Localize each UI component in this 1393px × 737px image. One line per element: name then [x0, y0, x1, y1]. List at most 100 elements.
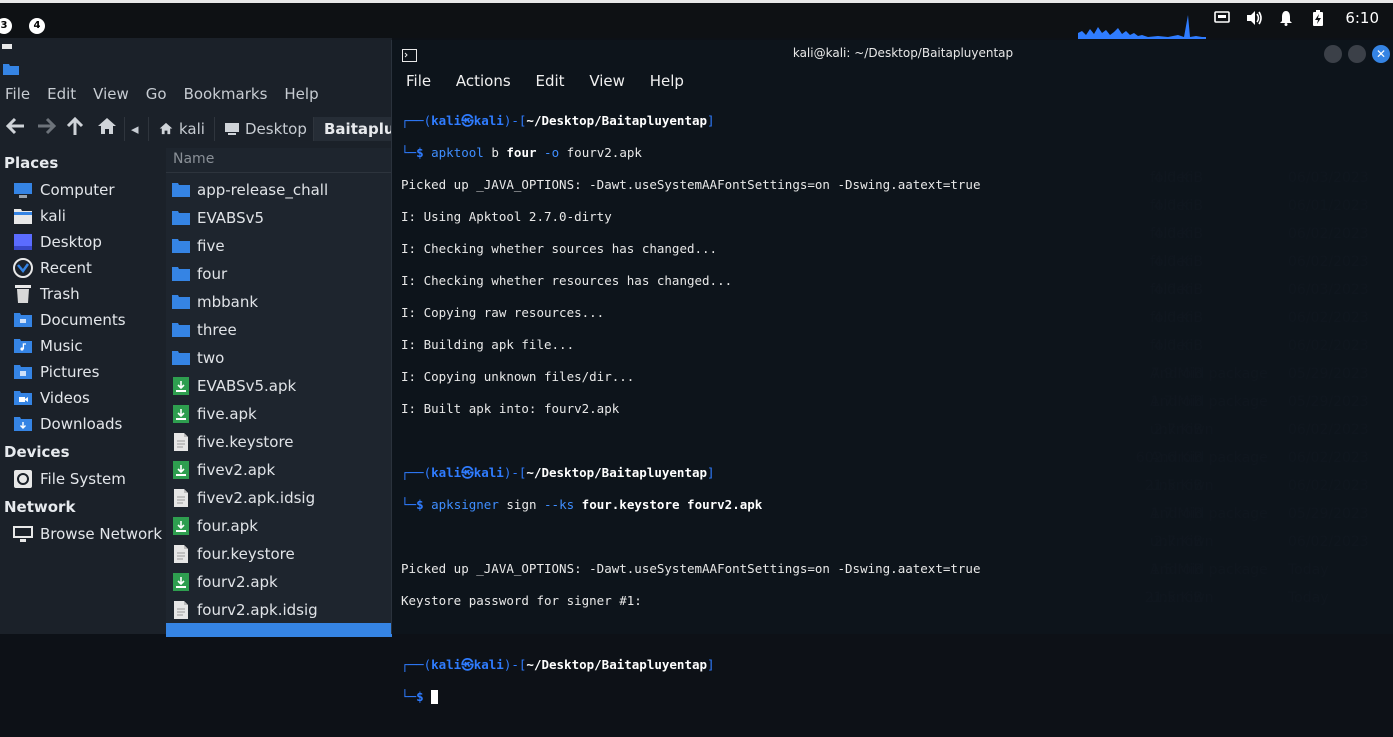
- fm-menu-go[interactable]: Go: [146, 85, 167, 103]
- apk-package-icon: [171, 460, 191, 480]
- folder-row[interactable]: mbbank: [171, 289, 258, 315]
- file-name: EVABSv5: [197, 209, 265, 227]
- sidebar-item-label: File System: [40, 470, 126, 488]
- folder-icon: [171, 180, 191, 200]
- sidebar-item-browse-network[interactable]: Browse Network: [12, 523, 162, 545]
- file-row[interactable]: fourv2.apk: [171, 569, 278, 595]
- folder-icon: [171, 320, 191, 340]
- breadcrumb-current[interactable]: Baitapluye: [313, 117, 392, 141]
- column-header-name[interactable]: Name: [166, 148, 392, 173]
- maximize-button[interactable]: [1348, 45, 1366, 63]
- fm-menu-bookmarks[interactable]: Bookmarks: [184, 85, 268, 103]
- home-icon[interactable]: [97, 117, 117, 140]
- breadcrumb-kali[interactable]: kali: [148, 117, 215, 141]
- trash-icon: [12, 284, 34, 304]
- apk-package-icon: [171, 572, 191, 592]
- output-line: Picked up _JAVA_OPTIONS: -Dawt.useSystem…: [401, 177, 981, 192]
- sidebar-item-label: Pictures: [40, 363, 100, 381]
- terminal-title: kali@kali: ~/Desktop/Baitapluyentap: [792, 46, 1014, 60]
- sidebar-item-computer[interactable]: Computer: [12, 179, 115, 201]
- folder-row[interactable]: three: [171, 317, 237, 343]
- sidebar-item-videos[interactable]: Videos: [12, 387, 90, 409]
- sidebar-item-documents[interactable]: Documents: [12, 309, 126, 331]
- folder-row[interactable]: two: [171, 345, 224, 371]
- workspace-3-button[interactable]: 3: [0, 18, 12, 34]
- file-row[interactable]: fivev2.apk.idsig: [171, 485, 315, 511]
- output-line: I: Built apk into: fourv2.apk: [401, 401, 620, 416]
- term-menu-actions[interactable]: Actions: [456, 72, 511, 90]
- folder-row[interactable]: four: [171, 261, 227, 287]
- sidebar-item-desktop[interactable]: Desktop: [12, 231, 102, 253]
- file-row[interactable]: four.apk: [171, 513, 258, 539]
- sidebar-item-label: kali: [40, 207, 66, 225]
- top-panel: 3 4 6:10: [0, 0, 1393, 39]
- minimize-button[interactable]: [1324, 45, 1342, 63]
- sidebar-item-label: Downloads: [40, 415, 123, 433]
- text-file-icon: [171, 600, 191, 620]
- prompt-line-2: ┌──(kali㉿kali)-[~/Desktop/Baitapluyentap…: [401, 465, 715, 480]
- folder-row[interactable]: five: [171, 233, 225, 259]
- fm-menu-view[interactable]: View: [93, 85, 129, 103]
- drive-icon: [12, 469, 34, 489]
- term-menu-help[interactable]: Help: [650, 72, 684, 90]
- term-menu-edit[interactable]: Edit: [535, 72, 564, 90]
- fm-toolbar: ◂ kali Desktop Baitapluye: [0, 113, 392, 143]
- file-row[interactable]: fourv2.apk.idsig: [171, 597, 318, 623]
- output-line: I: Checking whether resources has change…: [401, 273, 733, 288]
- clock[interactable]: 6:10: [1345, 9, 1379, 27]
- text-file-icon: [171, 432, 191, 452]
- term-menu-file[interactable]: File: [406, 72, 431, 90]
- folder-icon: [171, 236, 191, 256]
- music-icon: [12, 336, 34, 356]
- back-arrow-icon[interactable]: [5, 117, 26, 140]
- fm-menu-file[interactable]: File: [5, 85, 30, 103]
- sidebar-item-music[interactable]: Music: [12, 335, 83, 357]
- sidebar-item-trash[interactable]: Trash: [12, 283, 80, 305]
- breadcrumb-desktop-label: Desktop: [245, 120, 307, 138]
- fm-menu-help[interactable]: Help: [284, 85, 318, 103]
- file-name: app-release_chall: [197, 181, 329, 199]
- file-row[interactable]: five.apk: [171, 401, 257, 427]
- file-name: mbbank: [197, 293, 259, 311]
- up-arrow-icon[interactable]: [66, 116, 84, 142]
- sidebar-item-pictures[interactable]: Pictures: [12, 361, 99, 383]
- terminal-menubar: File Actions Edit View Help: [406, 72, 704, 90]
- command-line-2: └─$ apksigner sign --ks four.keystore fo…: [401, 497, 763, 512]
- term-menu-view[interactable]: View: [589, 72, 625, 90]
- workspace-4-button[interactable]: 4: [29, 18, 45, 34]
- apk-package-icon: [171, 516, 191, 536]
- output-line: Keystore password for signer #1:: [401, 593, 642, 608]
- breadcrumb-scroll-left[interactable]: ◂: [124, 117, 145, 141]
- selected-row[interactable]: [166, 623, 392, 637]
- file-row[interactable]: EVABSv5.apk: [171, 373, 296, 399]
- sidebar-item-recent[interactable]: Recent: [12, 257, 92, 279]
- battery-charging-icon[interactable]: [1309, 9, 1327, 27]
- sidebar-item-downloads[interactable]: Downloads: [12, 413, 122, 435]
- sidebar-item-label: Desktop: [40, 233, 102, 251]
- folder-row[interactable]: app-release_chall: [171, 177, 328, 203]
- forward-arrow-icon[interactable]: [36, 117, 57, 140]
- close-button[interactable]: ✕: [1372, 45, 1390, 63]
- breadcrumb-desktop[interactable]: Desktop: [214, 117, 317, 141]
- notification-bell-icon[interactable]: [1277, 9, 1295, 27]
- file-row[interactable]: four.keystore: [171, 541, 295, 567]
- file-list: Name app-release_chall EVABSv5 five four mbb…: [166, 148, 392, 637]
- volume-icon[interactable]: [1245, 9, 1263, 27]
- terminal-titlebar[interactable]: kali@kali: ~/Desktop/Baitapluyentap ✕: [392, 40, 1393, 68]
- folder-row[interactable]: EVABSv5: [171, 205, 264, 231]
- pictures-icon: [12, 362, 34, 382]
- sidebar-item-file-system[interactable]: File System: [12, 468, 126, 490]
- terminal-output[interactable]: ┌──(kali㉿kali)-[~/Desktop/Baitapluyentap…: [401, 97, 980, 737]
- sidebar-item-label: Computer: [40, 181, 115, 199]
- output-line: I: Copying raw resources...: [401, 305, 605, 320]
- file-manager-window: File Edit View Go Bookmarks Help ◂ kali …: [0, 38, 392, 637]
- file-name: EVABSv5.apk: [197, 377, 297, 395]
- output-line: I: Building apk file...: [401, 337, 575, 352]
- close-icon: ✕: [1375, 47, 1387, 61]
- places-sidebar: Places Computer kali Desktop Recent Tras…: [0, 148, 165, 634]
- sidebar-item-kali[interactable]: kali: [12, 205, 66, 227]
- fm-menu-edit[interactable]: Edit: [47, 85, 76, 103]
- file-row[interactable]: fivev2.apk: [171, 457, 275, 483]
- file-row[interactable]: five.keystore: [171, 429, 294, 455]
- display-icon[interactable]: [1213, 9, 1231, 27]
